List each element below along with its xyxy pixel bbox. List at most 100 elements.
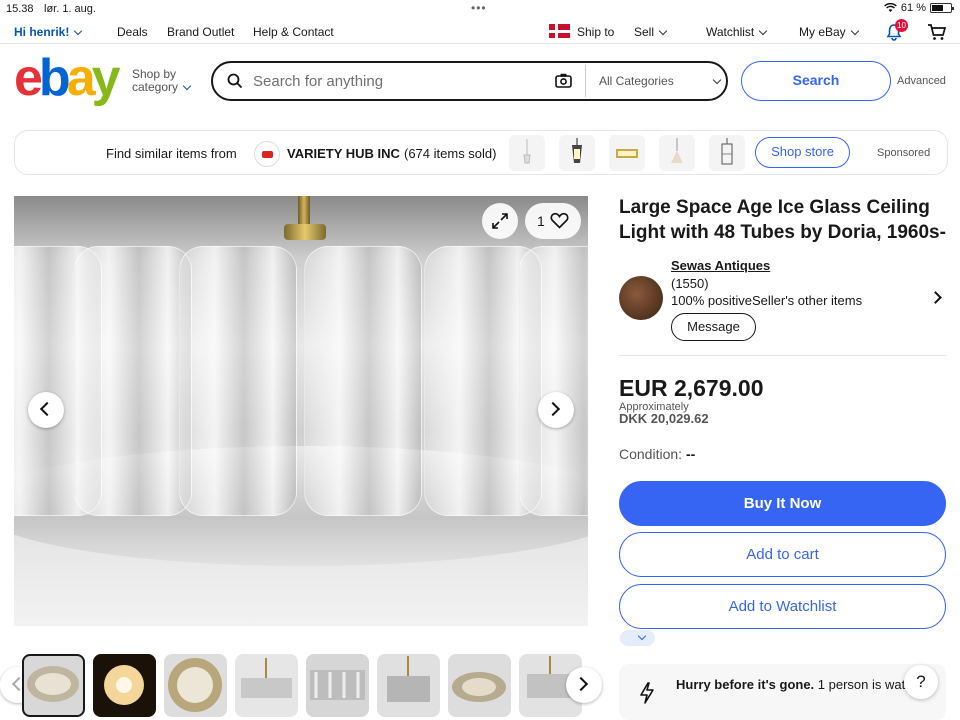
store-item-thumbnail[interactable] bbox=[609, 135, 645, 171]
store-item-thumbnail[interactable] bbox=[559, 135, 595, 171]
status-date: lør. 1. aug. bbox=[44, 3, 96, 15]
thumbnail-4[interactable] bbox=[235, 654, 298, 717]
thumbnail-3[interactable] bbox=[164, 654, 227, 717]
watch-heart-button[interactable]: 1 bbox=[525, 203, 581, 239]
thumbnail-1[interactable] bbox=[22, 654, 85, 717]
store-logo[interactable] bbox=[254, 141, 280, 167]
add-to-cart-button[interactable]: Add to cart bbox=[619, 532, 946, 577]
thumbnail-5[interactable] bbox=[306, 654, 369, 717]
ship-to-link[interactable]: Ship to bbox=[577, 25, 614, 39]
store-item-thumbnail[interactable] bbox=[659, 135, 695, 171]
logo-letter-a: a bbox=[66, 49, 96, 107]
help-button[interactable]: ? bbox=[904, 665, 938, 699]
store-name[interactable]: VARIETY HUB INC bbox=[287, 146, 400, 161]
thumbnail-2[interactable] bbox=[93, 654, 156, 717]
image-glass-tube bbox=[304, 246, 422, 516]
search-icon bbox=[227, 73, 243, 89]
nav-link-deals[interactable]: Deals bbox=[117, 25, 148, 39]
chandelier-thumb-icon bbox=[168, 658, 222, 712]
buy-it-now-button[interactable]: Buy It Now bbox=[619, 481, 946, 526]
seller-positive: 100% positive bbox=[671, 293, 752, 308]
logo-letter-y: y bbox=[91, 49, 121, 107]
seller-name-link[interactable]: Sewas Antiques bbox=[671, 258, 770, 273]
chandelier-thumb-icon bbox=[27, 666, 79, 702]
shop-store-button[interactable]: Shop store bbox=[755, 137, 850, 168]
cart-icon[interactable] bbox=[927, 23, 947, 41]
chevron-down-icon bbox=[637, 631, 647, 641]
fixture-icon bbox=[616, 149, 638, 158]
logo-letter-b: b bbox=[38, 49, 71, 107]
battery-icon bbox=[930, 3, 954, 13]
chandelier-thumb-icon bbox=[452, 672, 506, 702]
category-select[interactable]: All Categories bbox=[599, 74, 674, 88]
store-banner: Find similar items from VARIETY HUB INC … bbox=[14, 130, 948, 175]
nav-link-help[interactable]: Help & Contact bbox=[253, 25, 334, 39]
my-ebay-menu[interactable]: My eBay bbox=[799, 25, 859, 39]
image-glass-tube bbox=[519, 246, 588, 516]
nav-link-brand-outlet[interactable]: Brand Outlet bbox=[167, 25, 234, 39]
thumbnail-7[interactable] bbox=[448, 654, 511, 717]
find-similar-text: Find similar items from bbox=[106, 146, 237, 161]
ebay-logo[interactable]: ebay bbox=[14, 49, 121, 107]
seller-other-items-link[interactable]: Seller's other items bbox=[752, 293, 862, 308]
chevron-right-icon bbox=[545, 401, 561, 417]
chandelier-thumb-icon bbox=[241, 658, 292, 698]
top-nav: Hi henrik! Deals Brand Outlet Help & Con… bbox=[0, 20, 960, 44]
camera-icon[interactable] bbox=[555, 73, 572, 88]
chevron-right-icon[interactable] bbox=[929, 291, 942, 304]
urgency-text: Hurry before it's gone. 1 person is watc… bbox=[676, 676, 908, 694]
lamp-icon bbox=[523, 139, 531, 164]
greeting-text: Hi henrik! bbox=[14, 25, 70, 39]
chevron-left-icon bbox=[39, 401, 55, 417]
thumbnail-strip bbox=[0, 652, 602, 720]
advanced-search-link[interactable]: Advanced bbox=[897, 75, 946, 87]
urgency-bold: Hurry before it's gone. bbox=[676, 677, 815, 692]
battery-percent: 61 % bbox=[900, 2, 926, 14]
status-right: 61 % bbox=[884, 2, 954, 14]
like-count: 1 bbox=[537, 213, 545, 229]
lit-chandelier-thumb-icon bbox=[104, 665, 144, 705]
search-button[interactable]: Search bbox=[741, 61, 891, 101]
image-brass-mount bbox=[284, 224, 326, 240]
thumbs-next-button[interactable] bbox=[566, 667, 602, 703]
thumbnail-6[interactable] bbox=[377, 654, 440, 717]
chevron-down-icon bbox=[74, 26, 83, 36]
store-item-thumbnail[interactable] bbox=[509, 135, 545, 171]
seller-avatar[interactable] bbox=[619, 276, 663, 320]
lantern-icon bbox=[572, 138, 582, 163]
expand-image-button[interactable] bbox=[482, 203, 518, 239]
prev-image-button[interactable] bbox=[28, 392, 64, 428]
sell-menu[interactable]: Sell bbox=[634, 25, 668, 39]
sponsored-label: Sponsored bbox=[877, 147, 931, 159]
watchlist-label: Watchlist bbox=[706, 25, 755, 39]
wifi-icon bbox=[884, 3, 897, 12]
store-item-thumbnail[interactable] bbox=[709, 135, 745, 171]
multitask-dots[interactable]: ••• bbox=[471, 1, 487, 15]
message-seller-button[interactable]: Message bbox=[671, 313, 756, 341]
urgency-detail: 1 person is watching this item. bbox=[817, 677, 908, 692]
urgency-banner: Hurry before it's gone. 1 person is watc… bbox=[619, 664, 946, 720]
image-glass-tube bbox=[179, 246, 297, 516]
status-bar: 15.38 lør. 1. aug. ••• 61 % bbox=[0, 0, 960, 18]
search-input[interactable]: Search for anything bbox=[253, 73, 383, 90]
chevron-down-icon bbox=[758, 26, 768, 36]
next-image-button[interactable] bbox=[538, 392, 574, 428]
divider bbox=[619, 355, 946, 356]
denmark-flag-icon[interactable] bbox=[549, 24, 570, 38]
main-product-image[interactable] bbox=[14, 196, 588, 626]
category-label: category bbox=[132, 81, 192, 94]
notification-badge: 10 bbox=[895, 19, 908, 32]
seller-positive-row: 100% positiveSeller's other items bbox=[671, 293, 862, 308]
chandelier-thumb-icon bbox=[387, 656, 430, 702]
greeting-menu[interactable]: Hi henrik! bbox=[14, 25, 83, 39]
shop-by-category-button[interactable]: Shop by category bbox=[132, 68, 192, 94]
chevron-down-icon[interactable] bbox=[712, 75, 722, 85]
seller-feedback-count[interactable]: (1550) bbox=[671, 276, 709, 291]
watchlist-menu[interactable]: Watchlist bbox=[706, 25, 768, 39]
logo-letter-e: e bbox=[14, 49, 43, 107]
search-bar: Search for anything All Categories bbox=[211, 61, 728, 101]
condition-value: -- bbox=[686, 446, 696, 462]
more-options-toggle[interactable] bbox=[620, 630, 655, 646]
add-to-watchlist-button[interactable]: Add to Watchlist bbox=[619, 584, 946, 629]
chevron-down-icon bbox=[850, 26, 859, 36]
